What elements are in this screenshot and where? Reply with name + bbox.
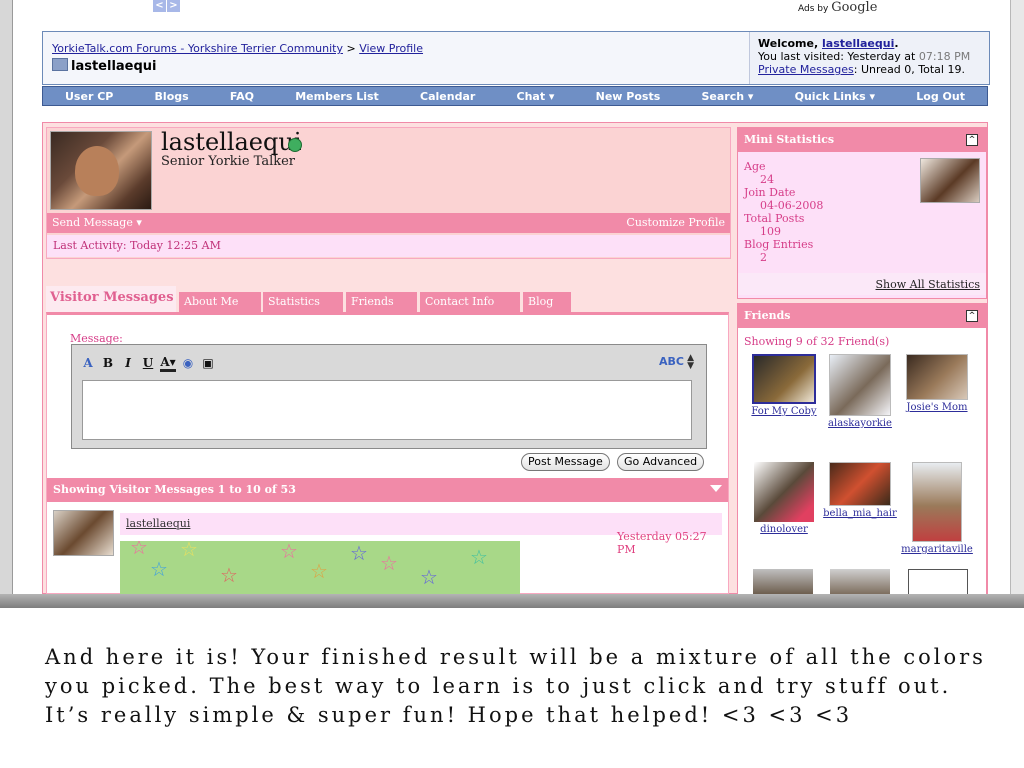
forum-screenshot: < > Ads by Google YorkieTalk.com Forums … — [0, 0, 1024, 608]
friend-photo[interactable] — [912, 462, 962, 542]
friend-photo[interactable] — [829, 462, 891, 506]
ad-pager[interactable]: < > — [153, 0, 180, 12]
friend-item[interactable]: bella_mia_hair — [819, 462, 901, 519]
friends-count: Showing 9 of 32 Friend(s) — [744, 335, 890, 348]
ads-by-google[interactable]: Ads by Google — [798, 0, 877, 15]
menu-chat[interactable]: Chat ▾ — [517, 90, 555, 103]
profile-username: lastellaequi — [161, 128, 302, 156]
friend-item[interactable]: margaritaville — [896, 462, 978, 555]
welcome-user-link[interactable]: lastellaequi — [822, 37, 894, 50]
menu-blogs[interactable]: Blogs — [155, 90, 189, 103]
window-left-edge — [0, 0, 13, 608]
menu-faq[interactable]: FAQ — [230, 90, 254, 103]
folder-icon — [52, 58, 68, 71]
friend-photo[interactable] — [754, 462, 814, 522]
menu-search[interactable]: Search ▾ — [701, 90, 753, 103]
remove-format-icon[interactable]: A — [80, 356, 96, 370]
friend-photo[interactable] — [829, 354, 891, 416]
font-color-button[interactable]: A▾ — [160, 355, 176, 372]
profile-tabs: Visitor Messages About Me Statistics Fri… — [46, 286, 729, 314]
go-advanced-button[interactable]: Go Advanced — [617, 453, 705, 471]
tab-contact-info[interactable]: Contact Info — [420, 292, 520, 312]
online-status-icon — [288, 138, 302, 152]
avatar — [50, 131, 152, 210]
show-all-statistics-link[interactable]: Show All Statistics — [876, 278, 980, 291]
resize-icon[interactable]: ▲ ▼ — [687, 354, 694, 371]
italic-button[interactable]: I — [120, 356, 136, 370]
menu-new-posts[interactable]: New Posts — [596, 90, 661, 103]
underline-button[interactable]: U — [140, 356, 156, 370]
customize-profile-link[interactable]: Customize Profile — [626, 213, 725, 233]
stats-list: Age 24 Join Date 04-06-2008 Total Posts … — [744, 160, 824, 264]
navbar-box: YorkieTalk.com Forums - Yorkshire Terrie… — [42, 31, 990, 85]
friend-item[interactable]: Josie's Mom — [896, 354, 978, 413]
friend-photo[interactable] — [906, 354, 968, 400]
profile-header: lastellaequi Senior Yorkie Talker Send M… — [46, 127, 731, 259]
breadcrumb-site-link[interactable]: YorkieTalk.com Forums - Yorkshire Terrie… — [52, 42, 343, 55]
message-textarea[interactable] — [82, 380, 692, 440]
tutorial-caption: And here it is! Your finished result wil… — [45, 645, 986, 727]
user-title: Senior Yorkie Talker — [161, 154, 296, 169]
image-icon[interactable]: ▣ — [200, 356, 216, 370]
menu-user-cp[interactable]: User CP — [65, 90, 113, 103]
menu-log-out[interactable]: Log Out — [916, 90, 965, 103]
window-right-edge — [1010, 0, 1024, 608]
breadcrumb-page-link[interactable]: View Profile — [359, 42, 423, 55]
prev-arrow-icon[interactable]: < — [153, 0, 166, 12]
link-icon[interactable]: ◉ — [180, 356, 196, 370]
mini-statistics-panel: Mini Statistics ^ Age 24 Join Date 04-06… — [737, 127, 987, 299]
next-arrow-icon[interactable]: > — [167, 0, 180, 12]
tab-blog[interactable]: Blog — [523, 292, 571, 312]
menu-quick-links[interactable]: Quick Links ▾ — [795, 90, 875, 103]
tab-friends[interactable]: Friends — [346, 292, 417, 312]
welcome-box: Welcome, lastellaequi. You last visited:… — [749, 32, 989, 84]
visitor-messages-panel: Message: A B I U A▾ ◉ ▣ ABC ▲ ▼ Post Mess… — [46, 312, 729, 601]
stars-image: ☆ ☆ ☆ ☆ ☆ ☆ ☆ ☆ ☆ ☆ — [120, 541, 520, 601]
stats-photo — [920, 158, 980, 203]
friend-photo[interactable] — [752, 354, 816, 404]
main-menu: User CP Blogs FAQ Members List Calendar … — [42, 86, 988, 106]
menu-calendar[interactable]: Calendar — [420, 90, 475, 103]
window-bottom-edge — [0, 594, 1024, 608]
private-messages-link[interactable]: Private Messages — [758, 63, 854, 76]
collapse-icon[interactable] — [710, 485, 722, 492]
breadcrumb: YorkieTalk.com Forums - Yorkshire Terrie… — [52, 42, 424, 55]
message-avatar — [53, 510, 114, 556]
tab-about-me[interactable]: About Me — [179, 292, 261, 312]
friend-photo[interactable] — [753, 569, 813, 595]
message-editor: A B I U A▾ ◉ ▣ ABC ▲ ▼ — [71, 344, 707, 449]
friend-item[interactable]: For My Coby — [743, 354, 825, 417]
friend-photo[interactable] — [830, 569, 890, 595]
friend-photo[interactable] — [908, 569, 968, 596]
editor-toolbar: A B I U A▾ ◉ ▣ — [80, 353, 216, 373]
mini-statistics-header: Mini Statistics ^ — [738, 128, 986, 152]
last-activity-bar: Last Activity: Today 12:25 AM — [47, 235, 730, 257]
collapse-icon[interactable]: ^ — [966, 310, 978, 322]
friend-item[interactable]: dinolover — [743, 462, 825, 535]
menu-members-list[interactable]: Members List — [295, 90, 379, 103]
bold-button[interactable]: B — [100, 356, 116, 370]
breadcrumb-current: lastellaequi — [52, 58, 157, 74]
message-author-link[interactable]: lastellaequi — [126, 517, 190, 530]
last-activity: Last Activity: Today 12:25 AM — [53, 239, 221, 252]
profile-action-bar: Send Message ▾ Customize Profile — [47, 213, 730, 233]
spellcheck-icon[interactable]: ABC — [659, 355, 684, 368]
tab-statistics[interactable]: Statistics — [263, 292, 343, 312]
message-time: Yesterday 05:27 PM — [617, 530, 707, 556]
friend-item[interactable]: alaskayorkie — [819, 354, 901, 429]
show-all-stats-bar: Show All Statistics — [738, 273, 986, 295]
send-message-button[interactable]: Send Message ▾ — [52, 213, 142, 233]
collapse-icon[interactable]: ^ — [966, 134, 978, 146]
messages-header: Showing Visitor Messages 1 to 10 of 53 — [47, 478, 728, 502]
friends-header: Friends ^ — [738, 304, 986, 328]
tab-visitor-messages[interactable]: Visitor Messages — [46, 286, 176, 314]
post-message-button[interactable]: Post Message — [521, 453, 610, 471]
friends-panel: Friends ^ Showing 9 of 32 Friend(s) For … — [737, 303, 987, 596]
